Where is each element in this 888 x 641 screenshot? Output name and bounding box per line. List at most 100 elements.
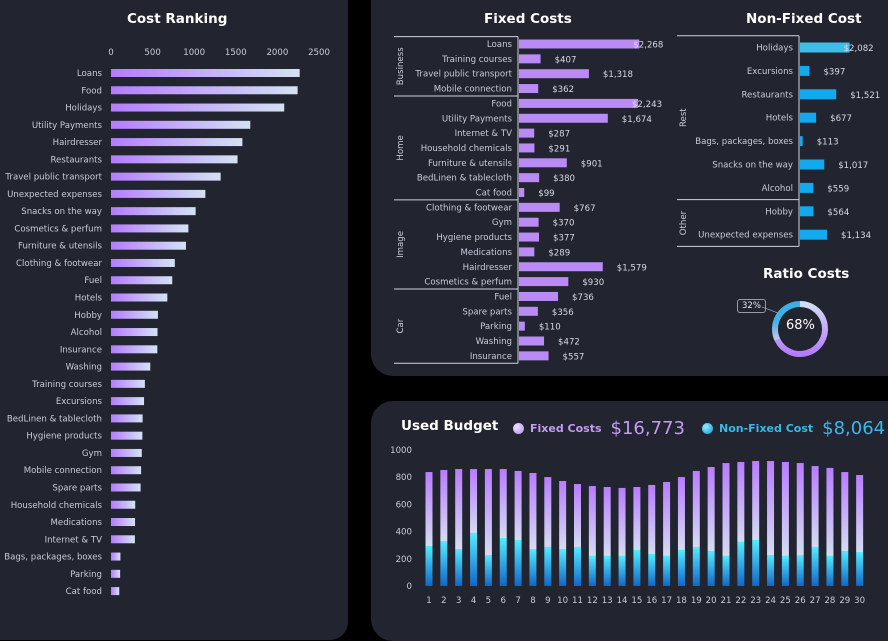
bar-non-fixed <box>440 540 448 586</box>
bar-non-fixed <box>811 546 819 586</box>
x-tick-label: 22 <box>735 596 746 606</box>
category-label: Gym <box>492 218 512 228</box>
bar <box>519 247 535 257</box>
bar <box>519 54 541 64</box>
bar-non-fixed <box>588 555 596 586</box>
bar-non-fixed <box>796 554 804 586</box>
category-label: Holidays <box>65 104 102 114</box>
data-label: $377 <box>553 234 575 244</box>
bar-fixed <box>514 470 522 541</box>
bar <box>111 345 158 354</box>
category-label: Washing <box>476 337 512 347</box>
category-label: Loans <box>487 40 513 50</box>
bar-fixed <box>796 463 804 555</box>
bar-fixed <box>707 467 715 552</box>
x-tick-label: 19 <box>691 596 702 606</box>
category-label: Hygiene products <box>26 432 102 442</box>
bar-fixed <box>811 466 819 547</box>
bar-non-fixed <box>559 549 567 586</box>
data-label: $767 <box>574 204 596 214</box>
x-tick-label: 30 <box>854 596 865 606</box>
bar <box>111 431 143 440</box>
bar-fixed <box>544 477 552 547</box>
bar-fixed <box>856 475 864 552</box>
category-label: Bags, packages, boxes <box>695 137 793 147</box>
data-label: $362 <box>552 85 574 95</box>
bar <box>111 328 158 337</box>
category-label: Hobby <box>74 311 102 321</box>
x-tick-label: 9 <box>545 596 550 606</box>
data-label: $289 <box>548 248 570 258</box>
bar-fixed <box>574 484 581 547</box>
category-label: Alcohol <box>71 328 102 338</box>
category-label: Insurance <box>60 345 102 355</box>
ratio-callout-label: 32% <box>737 299 766 313</box>
bar <box>111 189 206 198</box>
x-tick-label: 13 <box>602 596 613 606</box>
category-label: Food <box>491 99 512 109</box>
data-label: $677 <box>830 114 852 124</box>
bar-fixed <box>588 486 596 556</box>
category-label: Parking <box>70 570 102 580</box>
bar <box>800 206 814 217</box>
category-label: BedLinen & tablecloth <box>417 174 512 184</box>
group-label: Home <box>396 135 406 160</box>
x-tick-label: 8 <box>530 596 535 606</box>
bar-non-fixed <box>663 555 671 586</box>
bar <box>111 138 243 147</box>
category-label: Unexpected expenses <box>7 190 102 200</box>
category-label: Parking <box>480 322 512 332</box>
bar-fixed <box>559 481 567 550</box>
category-label: Internet & TV <box>45 535 103 545</box>
bar <box>519 98 638 108</box>
data-label: $110 <box>539 323 561 333</box>
bar <box>519 84 539 94</box>
bar-non-fixed <box>677 549 685 586</box>
x-tick-label: 4 <box>471 596 476 606</box>
category-label: Hairdresser <box>463 263 513 273</box>
bar-non-fixed <box>425 546 433 586</box>
category-label: Spare parts <box>462 307 512 317</box>
bar-non-fixed <box>574 546 581 586</box>
data-label: $2,243 <box>632 100 662 110</box>
bar <box>519 202 560 212</box>
x-tick-label: 25 <box>780 596 791 606</box>
data-label: $2,082 <box>844 44 874 54</box>
data-label: $901 <box>581 159 603 169</box>
data-label: $1,521 <box>850 91 880 101</box>
category-label: Restaurants <box>741 90 793 100</box>
legend-fixed-label: Fixed Costs <box>530 422 602 435</box>
bar-non-fixed <box>826 555 834 586</box>
category-label: Excursions <box>747 67 794 77</box>
bar-fixed <box>440 469 448 541</box>
bar <box>519 128 535 138</box>
category-label: Cosmetics & perfum <box>424 278 512 288</box>
bar <box>519 217 539 227</box>
x-tick-label: 5 <box>486 596 491 606</box>
bar <box>111 258 175 267</box>
bar <box>800 42 850 53</box>
bar <box>519 173 540 183</box>
bar-non-fixed <box>470 532 478 586</box>
bar <box>111 466 142 475</box>
bar <box>111 276 173 285</box>
category-label: Hotels <box>75 294 103 304</box>
bar-non-fixed <box>767 554 775 586</box>
bar-non-fixed <box>514 540 522 586</box>
non-fixed-cost-total: $8,064 <box>822 418 886 439</box>
data-label: $291 <box>548 144 570 154</box>
y-tick-label: 800 <box>396 473 412 483</box>
bar <box>111 310 158 319</box>
bar-fixed <box>633 486 641 550</box>
data-label: $1,674 <box>622 115 652 125</box>
group-label: Rest <box>679 108 689 127</box>
data-label: $99 <box>538 189 554 199</box>
category-label: Utility Payments <box>442 114 513 124</box>
category-label: Fuel <box>84 276 102 286</box>
bar <box>519 306 538 316</box>
category-label: BedLinen & tablecloth <box>7 414 102 424</box>
bar-non-fixed <box>648 554 656 586</box>
data-label: $380 <box>553 174 575 184</box>
category-label: Travel public transport <box>414 70 512 80</box>
bar <box>800 229 827 240</box>
